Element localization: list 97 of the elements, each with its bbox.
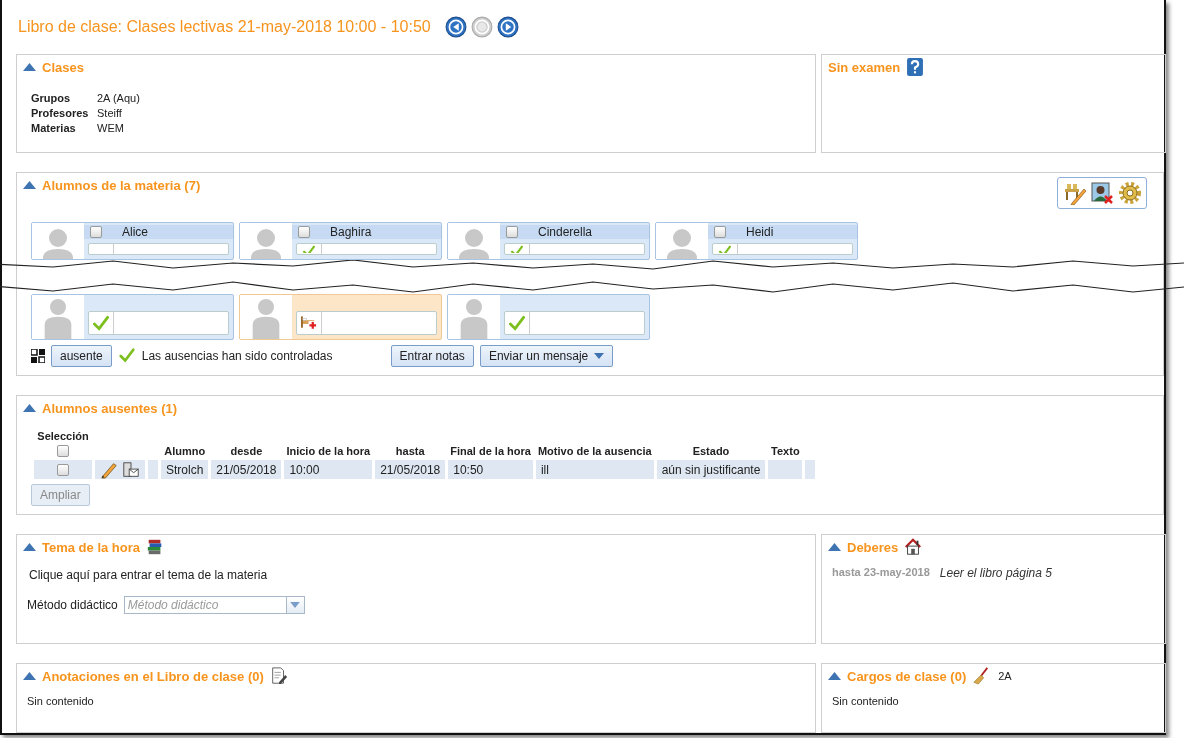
empty-text: Sin contenido bbox=[27, 695, 95, 707]
section-title: Deberes bbox=[847, 539, 899, 555]
column-header: hasta bbox=[394, 444, 426, 457]
avatar-icon bbox=[459, 229, 489, 259]
student-card[interactable]: Heidi bbox=[655, 222, 858, 260]
student-name: Heidi bbox=[746, 225, 774, 239]
next-icon[interactable] bbox=[496, 16, 519, 38]
field-value: WEM bbox=[97, 122, 125, 134]
student-card[interactable]: Baghira bbox=[239, 222, 442, 260]
caret-icon[interactable] bbox=[594, 353, 605, 359]
field-label: Profesores bbox=[31, 107, 90, 119]
checkbox[interactable] bbox=[714, 226, 726, 238]
student-name: Baghira bbox=[330, 225, 372, 239]
checkbox[interactable] bbox=[57, 445, 69, 457]
collapse-icon[interactable] bbox=[23, 672, 36, 680]
collapse-icon[interactable] bbox=[828, 672, 841, 680]
section-title: Cargos de clase (0) bbox=[847, 668, 967, 684]
status-field[interactable] bbox=[504, 311, 645, 335]
student-card[interactable] bbox=[239, 294, 442, 340]
section-title: Tema de la hora bbox=[42, 539, 140, 555]
topic-link[interactable]: Clique aquí para entrar el tema de la materia bbox=[29, 568, 809, 582]
previous-icon[interactable] bbox=[444, 16, 467, 38]
page-title: Libro de clase: Clases lectivas 21-may-2018 10:00 - 10:50 bbox=[18, 18, 431, 36]
collapse-icon[interactable] bbox=[828, 543, 841, 551]
table-cell: 21/05/2018 bbox=[375, 460, 446, 479]
section-title: Clases bbox=[42, 59, 84, 75]
checkbox[interactable] bbox=[57, 463, 69, 476]
broom-icon bbox=[972, 667, 991, 685]
absent-button[interactable]: ausente bbox=[51, 345, 112, 367]
checkbox[interactable] bbox=[298, 226, 310, 238]
collapse-icon[interactable] bbox=[23, 63, 36, 71]
section-title: Alumnos de la materia (7) bbox=[42, 177, 201, 193]
field-value: 2A (Aqu) bbox=[97, 92, 141, 104]
collapse-icon[interactable] bbox=[23, 181, 36, 189]
grades-button[interactable]: Entrar notas bbox=[390, 345, 474, 367]
desk-pencil-icon[interactable] bbox=[1062, 181, 1086, 205]
student-name: Alice bbox=[122, 225, 148, 239]
house-icon bbox=[904, 538, 923, 556]
table-cell: Strolch bbox=[161, 460, 209, 479]
status-field[interactable] bbox=[88, 311, 229, 335]
column-header: Final de la hora bbox=[449, 444, 532, 457]
collapse-icon[interactable] bbox=[23, 404, 36, 412]
class-label: 2A bbox=[998, 670, 1012, 682]
empty-text: Sin contenido bbox=[832, 695, 900, 707]
column-header: desde bbox=[229, 444, 264, 457]
checkbox[interactable] bbox=[506, 226, 518, 238]
status-field[interactable] bbox=[296, 243, 437, 255]
avatar-icon bbox=[459, 299, 489, 339]
column-header: Inicio de la hora bbox=[285, 444, 372, 457]
message-button[interactable]: Enviar un mensaje bbox=[479, 345, 614, 367]
table-cell: 21/05/2018 bbox=[211, 460, 282, 479]
student-card[interactable]: Alice bbox=[31, 222, 234, 260]
column-header: Alumno bbox=[163, 444, 207, 457]
collapse-icon[interactable] bbox=[23, 543, 36, 551]
caret-icon bbox=[290, 602, 301, 608]
avatar-icon bbox=[251, 229, 281, 259]
method-field[interactable]: Método didáctico bbox=[123, 596, 286, 614]
status-field[interactable] bbox=[712, 243, 853, 255]
grid-icon[interactable] bbox=[31, 349, 45, 363]
checkmark-icon bbox=[117, 347, 136, 365]
field-label: Método didáctico bbox=[27, 598, 118, 612]
student-card[interactable] bbox=[31, 294, 234, 340]
field-label: Grupos bbox=[31, 92, 72, 104]
document-pencil-icon bbox=[269, 667, 288, 685]
section-title: Alumnos ausentes (1) bbox=[42, 400, 178, 416]
table-cell: aún sin justificante bbox=[656, 460, 766, 479]
student-card[interactable]: Cinderella bbox=[447, 222, 650, 260]
person-remove-icon[interactable] bbox=[1090, 181, 1114, 205]
section-title: Anotaciones en el Libro de clase (0) bbox=[42, 668, 264, 684]
status-text: Las ausencias han sido controladas bbox=[141, 349, 333, 363]
status-field[interactable] bbox=[88, 243, 229, 255]
column-header: Motivo de la ausencia bbox=[536, 444, 653, 457]
books-icon bbox=[146, 538, 164, 556]
column-header: Estado bbox=[691, 444, 731, 457]
avatar-icon bbox=[43, 299, 73, 339]
student-name: Cinderella bbox=[538, 225, 593, 239]
status-field[interactable] bbox=[504, 243, 645, 255]
phone-mail-icon[interactable] bbox=[122, 460, 140, 479]
field-value: Steiff bbox=[97, 107, 123, 119]
due-date: hasta 23-may-2018 bbox=[832, 566, 930, 580]
status-field[interactable] bbox=[296, 311, 437, 335]
settings-icon[interactable] bbox=[1118, 181, 1142, 205]
pencil-icon[interactable] bbox=[100, 460, 118, 479]
help-icon[interactable] bbox=[906, 58, 925, 76]
table-cell: 10:00 bbox=[284, 460, 373, 479]
section-title: Sin examen bbox=[828, 59, 901, 75]
student-card[interactable] bbox=[447, 294, 650, 340]
table-cell: ill bbox=[535, 460, 654, 479]
field-label: Materias bbox=[31, 122, 77, 134]
checkbox[interactable] bbox=[90, 226, 102, 238]
column-header: Texto bbox=[770, 444, 801, 457]
homework-text: Leer el libro página 5 bbox=[939, 566, 1052, 580]
avatar-icon bbox=[667, 229, 697, 259]
avatar-icon bbox=[251, 299, 281, 339]
table-cell: 10:50 bbox=[448, 460, 533, 479]
column-header: Selección bbox=[36, 430, 90, 442]
avatar-icon bbox=[43, 229, 73, 259]
